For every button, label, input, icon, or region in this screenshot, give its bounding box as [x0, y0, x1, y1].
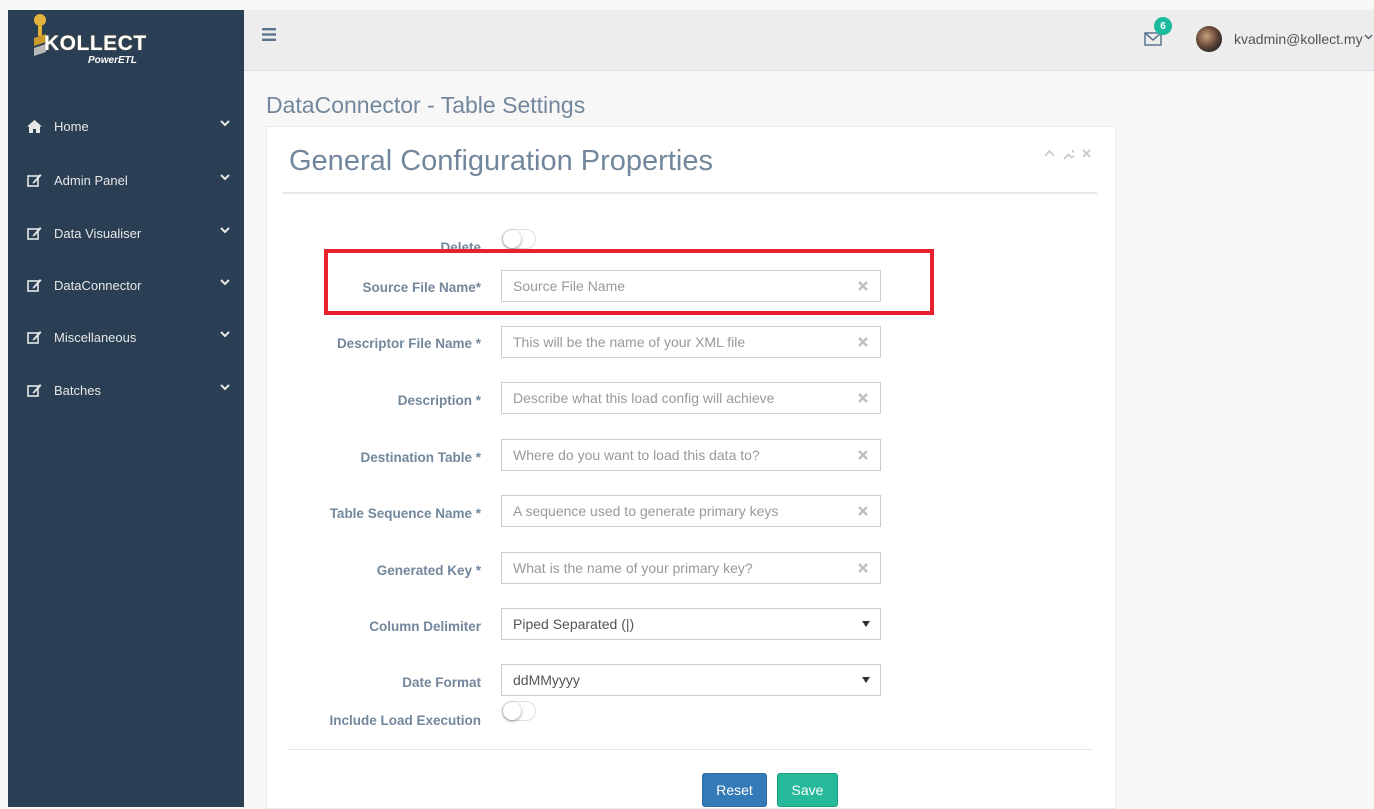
- source-file-label: Source File Name*: [362, 280, 481, 295]
- home-icon: [26, 119, 42, 133]
- config-panel: General Configuration Properties Delete …: [266, 126, 1116, 809]
- edit-icon: [26, 330, 42, 344]
- clear-icon[interactable]: [858, 281, 868, 291]
- table-sequence-input[interactable]: [502, 496, 843, 526]
- generated-key-input[interactable]: [502, 553, 843, 583]
- chevron-down-icon: [220, 120, 230, 127]
- source-file-field: [501, 270, 881, 302]
- edit-icon: [26, 226, 42, 240]
- chevron-down-icon: [220, 174, 230, 181]
- column-delimiter-select[interactable]: Piped Separated (|): [501, 608, 881, 640]
- chevron-down-icon[interactable]: [1364, 34, 1373, 40]
- sidebar-item-home[interactable]: Home: [8, 110, 244, 142]
- clear-icon[interactable]: [858, 450, 868, 460]
- chevron-down-icon: [220, 279, 230, 286]
- sidebar-item-label: Batches: [54, 382, 101, 398]
- sidebar-item-dataconnector[interactable]: DataConnector: [8, 269, 244, 301]
- brand-subtitle: PowerETL: [88, 55, 137, 66]
- sidebar-item-label: Data Visualiser: [54, 225, 142, 241]
- date-format-value: ddMMyyyy: [513, 672, 580, 688]
- chevron-down-icon: [220, 384, 230, 391]
- description-field: [501, 382, 881, 414]
- chevron-down-icon: [220, 331, 230, 338]
- sidebar-item-label: Miscellaneous: [54, 329, 137, 345]
- table-sequence-label: Table Sequence Name *: [329, 506, 481, 521]
- include-load-label: Include Load Execution: [329, 713, 481, 728]
- include-load-toggle[interactable]: [502, 701, 536, 721]
- column-delimiter-value: Piped Separated (|): [513, 616, 635, 632]
- page-title: DataConnector - Table Settings: [266, 92, 586, 118]
- destination-table-label: Destination Table *: [360, 450, 481, 465]
- descriptor-file-label: Descriptor File Name *: [336, 336, 481, 351]
- clear-icon[interactable]: [858, 506, 868, 516]
- wrench-icon[interactable]: [1063, 149, 1074, 160]
- clear-icon[interactable]: [858, 337, 868, 347]
- generated-key-label: Generated Key *: [376, 563, 481, 578]
- avatar[interactable]: [1196, 26, 1222, 52]
- user-email[interactable]: kvadmin@kollect.my: [1234, 31, 1363, 47]
- delete-toggle[interactable]: [502, 229, 536, 249]
- sidebar-item-label: Home: [54, 118, 89, 134]
- edit-icon: [26, 173, 42, 187]
- reset-button[interactable]: Reset: [702, 773, 767, 807]
- sidebar-item-batches[interactable]: Batches: [8, 374, 244, 406]
- descriptor-file-input[interactable]: [502, 327, 843, 357]
- chevron-up-icon[interactable]: [1044, 149, 1055, 157]
- table-sequence-field: [501, 495, 881, 527]
- edit-icon: [26, 278, 42, 292]
- close-icon[interactable]: [1082, 149, 1091, 158]
- chevron-down-icon: [220, 227, 230, 234]
- menu-toggle-icon[interactable]: [262, 28, 276, 41]
- panel-toolbox: [1044, 149, 1091, 160]
- clear-icon[interactable]: [858, 563, 868, 573]
- destination-table-field: [501, 439, 881, 471]
- sidebar-item-admin-panel[interactable]: Admin Panel: [8, 164, 244, 196]
- descriptor-file-field: [501, 326, 881, 358]
- description-label: Description *: [397, 393, 481, 408]
- sidebar-item-miscellaneous[interactable]: Miscellaneous: [8, 321, 244, 353]
- source-file-input[interactable]: [502, 271, 843, 301]
- clear-icon[interactable]: [858, 393, 868, 403]
- brand-name: KOLLECT: [44, 32, 147, 55]
- description-input[interactable]: [502, 383, 843, 413]
- sidebar-item-data-visualiser[interactable]: Data Visualiser: [8, 217, 244, 249]
- panel-divider: [283, 192, 1097, 194]
- edit-icon: [26, 383, 42, 397]
- notification-badge: 6: [1154, 17, 1172, 35]
- caret-down-icon: [862, 677, 870, 683]
- sidebar: KOLLECT PowerETL Home Admin Panel Data V…: [8, 10, 244, 807]
- destination-table-input[interactable]: [502, 440, 843, 470]
- delete-label: Delete: [440, 240, 481, 255]
- generated-key-field: [501, 552, 881, 584]
- sidebar-item-label: DataConnector: [54, 277, 142, 293]
- sidebar-item-label: Admin Panel: [54, 172, 128, 188]
- form-divider: [289, 749, 1093, 750]
- brand-logo[interactable]: KOLLECT PowerETL: [28, 12, 208, 72]
- save-button[interactable]: Save: [777, 773, 838, 807]
- date-format-label: Date Format: [402, 675, 481, 690]
- date-format-select[interactable]: ddMMyyyy: [501, 664, 881, 696]
- column-delimiter-label: Column Delimiter: [369, 619, 481, 634]
- panel-title: General Configuration Properties: [289, 145, 713, 177]
- top-navbar: 6 kvadmin@kollect.my: [244, 10, 1374, 71]
- caret-down-icon: [862, 621, 870, 627]
